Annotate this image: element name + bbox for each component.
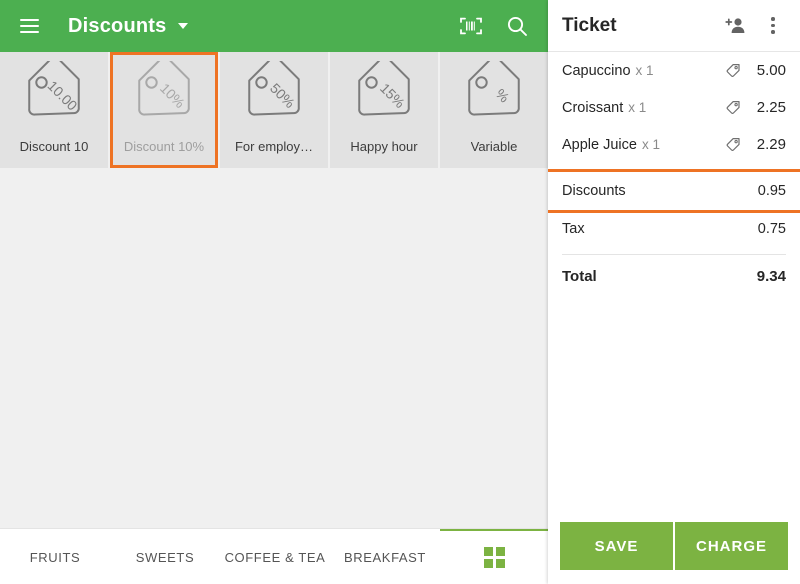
discount-tile-label: Variable [471, 139, 518, 154]
ticket-title: Ticket [562, 15, 617, 37]
pos-app-window: Discounts [0, 0, 800, 584]
price-tag-icon: 10.00 [16, 61, 92, 133]
ticket-pane: Ticket Capuccino x 1 5.00 Croissant x 1 2.25 A… [548, 0, 800, 584]
more-vertical-icon[interactable] [760, 13, 786, 39]
save-button[interactable]: SAVE [560, 522, 673, 570]
ticket-action-bar: SAVE CHARGE [548, 512, 800, 584]
charge-button[interactable]: CHARGE [675, 522, 788, 570]
grid-view-icon [484, 547, 505, 568]
discount-tile-label: Happy hour [350, 139, 417, 154]
chevron-down-icon[interactable] [178, 23, 188, 29]
hamburger-menu-icon[interactable] [16, 13, 42, 39]
discount-tile[interactable]: % Variable [440, 52, 548, 168]
discount-tile-label: Discount 10% [124, 139, 204, 154]
tab-coffee-tea[interactable]: COFFEE & TEA [220, 529, 330, 584]
price-tag-icon: 10% [126, 61, 202, 133]
svg-text:50%: 50% [267, 80, 298, 111]
grand-total-row: Total 9.34 [562, 257, 786, 295]
total-row-label: Tax [562, 221, 585, 237]
tab-sweets[interactable]: SWEETS [110, 529, 220, 584]
line-item-quantity: x 1 [636, 63, 654, 78]
svg-text:15%: 15% [377, 80, 408, 111]
tab-label: COFFEE & TEA [225, 550, 326, 565]
tab-breakfast[interactable]: BREAKFAST [330, 529, 440, 584]
discount-tile-grid: 10.00 Discount 10 10% Discount 10% 50% For em… [0, 52, 548, 168]
discount-tile-label: Discount 10 [20, 139, 89, 154]
total-row-label: Discounts [562, 183, 626, 199]
tab-grid-view[interactable] [440, 529, 548, 584]
line-item-quantity: x 1 [642, 137, 660, 152]
price-tag-icon: 15% [346, 61, 422, 133]
add-person-icon[interactable] [722, 13, 748, 39]
discount-tile[interactable]: 50% For employ… [220, 52, 328, 168]
discounts-total-row[interactable]: Discounts 0.95 [548, 172, 800, 210]
total-row-value: 0.75 [758, 221, 786, 237]
svg-text:%: % [492, 85, 512, 105]
discount-tile[interactable]: 10% Discount 10% [110, 52, 218, 168]
line-item-name: Capuccino [562, 63, 631, 79]
line-item-price: 5.00 [748, 62, 786, 79]
ticket-divider [562, 169, 786, 170]
svg-text:10%: 10% [157, 80, 188, 111]
line-item-name: Croissant [562, 100, 623, 116]
ticket-line-item[interactable]: Capuccino x 1 5.00 [562, 52, 786, 89]
app-bar: Discounts [0, 0, 548, 52]
price-tag-icon [726, 100, 741, 115]
price-tag-icon [726, 137, 741, 152]
price-tag-icon: 50% [236, 61, 312, 133]
tab-fruits[interactable]: FRUITS [0, 529, 110, 584]
discount-tile[interactable]: 10.00 Discount 10 [0, 52, 108, 168]
search-icon[interactable] [504, 13, 530, 39]
line-item-quantity: x 1 [628, 100, 646, 115]
ticket-header: Ticket [548, 0, 800, 52]
ticket-divider [562, 254, 786, 255]
catalog-pane: Discounts [0, 0, 548, 584]
category-tab-bar: FRUITS SWEETS COFFEE & TEA BREAKFAST [0, 528, 548, 584]
tab-label: BREAKFAST [344, 550, 426, 565]
price-tag-icon [726, 63, 741, 78]
tax-total-row[interactable]: Tax 0.75 [562, 210, 786, 248]
page-title: Discounts [68, 15, 166, 38]
discount-tile-label: For employ… [235, 139, 313, 154]
discount-tile[interactable]: 15% Happy hour [330, 52, 438, 168]
barcode-scanner-icon[interactable] [458, 13, 484, 39]
tab-label: FRUITS [30, 550, 81, 565]
svg-text:10.00: 10.00 [44, 77, 80, 113]
tab-label: SWEETS [136, 550, 195, 565]
line-item-price: 2.25 [748, 99, 786, 116]
grand-total-label: Total [562, 268, 597, 285]
ticket-line-items: Capuccino x 1 5.00 Croissant x 1 2.25 Apple Ju… [548, 52, 800, 512]
ticket-line-item[interactable]: Apple Juice x 1 2.29 [562, 126, 786, 163]
line-item-name: Apple Juice [562, 137, 637, 153]
line-item-price: 2.29 [748, 136, 786, 153]
ticket-line-item[interactable]: Croissant x 1 2.25 [562, 89, 786, 126]
total-row-value: 0.95 [758, 183, 786, 199]
price-tag-icon: % [456, 61, 532, 133]
grand-total-value: 9.34 [757, 268, 786, 285]
